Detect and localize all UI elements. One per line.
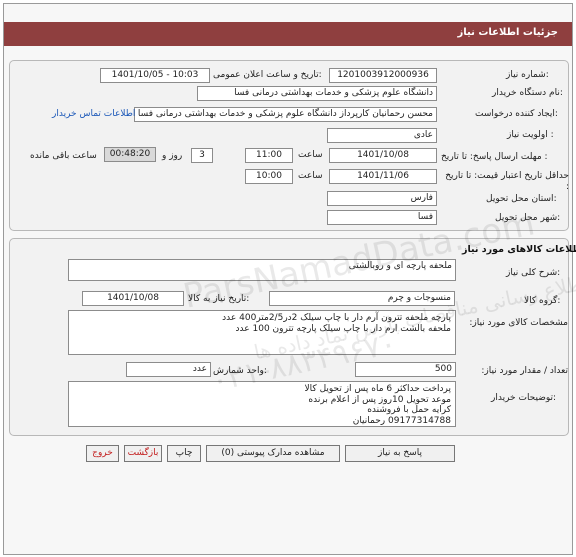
remaining-label: ساعت باقی مانده <box>30 151 97 161</box>
spec-label: مشخصات کالای مورد نیاز: <box>469 318 568 328</box>
notes-label: توضیحات خریدار: <box>491 393 557 403</box>
qty-field: 500 <box>355 362 456 377</box>
attachments-button[interactable]: مشاهده مدارک پیوستی (0) <box>206 445 340 462</box>
unit-field: عدد <box>126 362 211 377</box>
creator-label: ایجاد کننده درخواست: <box>475 109 558 119</box>
buyer-contact-link[interactable]: اطلاعات تماس خریدار <box>52 109 135 119</box>
group-label: گروه کالا: <box>524 296 561 306</box>
notes-line: کرایه حمل با فروشنده <box>367 405 451 415</box>
buyer-label: نام دستگاه خریدار: <box>492 88 563 98</box>
remaining-time-field: 00:48:20 <box>104 147 156 162</box>
validity-time-label: ساعت <box>298 171 323 181</box>
print-button[interactable]: چاپ <box>167 445 201 462</box>
buyer-field: دانشگاه علوم پزشکی و خدمات بهداشتی درمان… <box>197 86 437 101</box>
days-field: 3 <box>191 148 213 163</box>
announce-label: تاریخ و ساعت اعلان عمومی: <box>213 70 322 80</box>
priority-label: اولویت نیاز : <box>507 130 554 140</box>
reply-deadline-label: مهلت ارسال پاسخ: تا تاریخ : <box>441 152 548 162</box>
need-date-label: تاریخ نیاز به کالا: <box>188 294 250 304</box>
back-button[interactable]: بازگشت <box>124 445 162 462</box>
group-field: منسوجات و چرم <box>269 291 455 306</box>
province-label: استان محل تحویل: <box>486 194 557 204</box>
need-number-field: 1201003912000936 <box>329 68 437 83</box>
need-date-field: 1401/10/08 <box>82 291 184 306</box>
qty-label: تعداد / مقدار مورد نیاز: <box>481 366 568 376</box>
exit-button[interactable]: خروج <box>86 445 119 462</box>
province-field: فارس <box>327 191 437 206</box>
summary-field: ملحفه پارچه ای و روبالشتی <box>68 259 456 281</box>
validity-label: حداقل تاریخ اعتبار قیمت: تا تاریخ : <box>445 171 569 192</box>
validity-time-field: 10:00 <box>245 169 293 184</box>
notes-line: 09177314788 رحمانیان <box>352 415 451 426</box>
reply-time-field: 11:00 <box>245 148 293 163</box>
priority-field: عادی <box>327 128 437 143</box>
reply-button[interactable]: پاسخ به نیاز <box>345 445 455 462</box>
days-label: روز و <box>162 151 183 161</box>
announce-field: 1401/10/05 - 10:03 <box>100 68 210 83</box>
reply-date-field: 1401/10/08 <box>329 148 437 163</box>
page-title: جزئیات اطلاعات نیاز <box>457 27 558 38</box>
title-bar: جزئیات اطلاعات نیاز <box>4 22 572 46</box>
validity-date-field: 1401/11/06 <box>329 169 437 184</box>
goods-section-title: اطلاعات کالاهای مورد نیاز <box>462 244 576 255</box>
city-label: شهر محل تحویل: <box>495 213 561 223</box>
need-number-label: شماره نیاز: <box>506 70 549 80</box>
creator-field: محسن رحمانیان کارپرداز دانشگاه علوم پزشک… <box>134 107 437 122</box>
reply-time-label: ساعت <box>298 150 323 160</box>
spec-line: پارچه ملحفه تترون آرم دار با چاپ سیلک 2د… <box>222 313 451 323</box>
city-field: فسا <box>327 210 437 225</box>
notes-field: پرداخت حداکثر 6 ماه پس از تحویل کالا موع… <box>68 381 456 427</box>
notes-line: پرداخت حداکثر 6 ماه پس از تحویل کالا <box>304 384 451 394</box>
spec-line: ملحفه بالشت ارم دار با چاپ سیلک پارچه تت… <box>235 323 451 334</box>
summary-label: شرح کلی نیاز: <box>506 268 561 278</box>
spec-field: پارچه ملحفه تترون آرم دار با چاپ سیلک 2د… <box>68 310 456 355</box>
notes-line: موعد تحویل 10روز پس از اعلام برنده <box>308 394 451 405</box>
unit-label: واحد شمارش: <box>213 366 267 376</box>
